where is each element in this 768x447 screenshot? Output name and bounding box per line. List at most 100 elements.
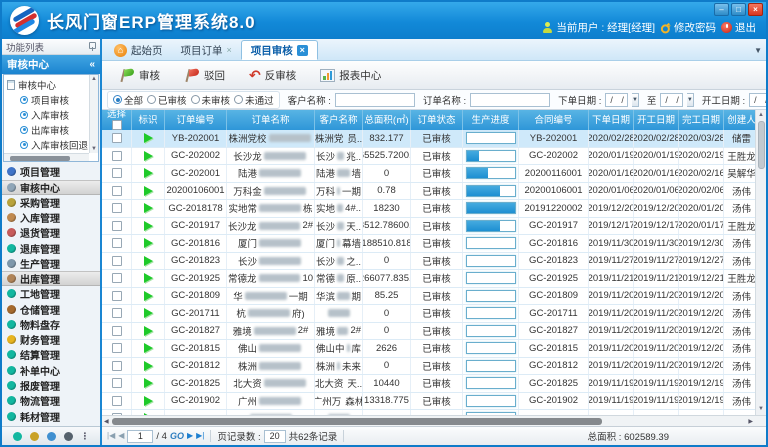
row-select-checkbox[interactable] xyxy=(112,256,122,266)
sidebar-item-财务管理[interactable]: 财务管理 xyxy=(2,332,100,347)
order-name-input[interactable] xyxy=(470,93,550,107)
column-header-select[interactable]: 选择 xyxy=(102,110,132,130)
column-header-order-date[interactable]: 下单日期 xyxy=(589,110,634,130)
table-row[interactable]: GC-201812株洲株洲未来0已审核GC-2018122019/11/2020… xyxy=(102,358,755,376)
table-row[interactable]: GC-201823长沙长沙之..0已审核GC-2018232019/11/272… xyxy=(102,253,755,271)
order-date-end-input[interactable]: / / xyxy=(660,93,683,107)
sidebar-item-审核中心[interactable]: 审核中心 xyxy=(2,180,100,195)
tab-项目订单[interactable]: 项目订单× xyxy=(172,40,241,60)
tree-vertical-scrollbar[interactable]: ▲▼ xyxy=(89,75,98,153)
column-header-finish-date[interactable]: 完工日期 xyxy=(679,110,724,130)
column-header-start-date[interactable]: 开工日期 xyxy=(634,110,679,130)
logout-button[interactable]: 退出 xyxy=(721,20,756,35)
table-row[interactable]: GC-201827雅境2#雅境2#0已审核GC-2018272019/11/20… xyxy=(102,323,755,341)
column-header-order-status[interactable]: 订单状态 xyxy=(411,110,463,130)
change-password-button[interactable]: 修改密码 xyxy=(660,20,716,35)
radio-icon[interactable] xyxy=(234,95,243,104)
sidebar-item-仓储管理[interactable]: 仓储管理 xyxy=(2,302,100,317)
row-select-checkbox[interactable] xyxy=(112,396,122,406)
table-row[interactable]: GC-201816厦门厦门幕墙188510.818已审核GC-201816201… xyxy=(102,235,755,253)
column-header-customer-name[interactable]: 客户名称 xyxy=(315,110,363,130)
tab-起始页[interactable]: ⌂起始页 xyxy=(105,40,172,60)
sidebar-item-耗材管理[interactable]: 耗材管理 xyxy=(2,409,100,424)
radio-已审核[interactable]: 已审核 xyxy=(147,93,187,107)
tab-overflow-arrow[interactable]: ▼ xyxy=(754,46,762,55)
radio-icon[interactable] xyxy=(113,95,122,104)
table-row[interactable]: GC-202002长沙龙长沙兆..65525.7200..已审核GC-20200… xyxy=(102,148,755,166)
radio-icon[interactable] xyxy=(191,95,200,104)
column-header-production-progress[interactable]: 生产进度 xyxy=(463,110,519,130)
row-select-checkbox[interactable] xyxy=(112,378,122,388)
sidebar-item-入库管理[interactable]: 入库管理 xyxy=(2,210,100,225)
go-button[interactable]: GO xyxy=(170,431,184,441)
sidebar-item-报废管理[interactable]: 报废管理 xyxy=(2,378,100,393)
maximize-button[interactable]: □ xyxy=(731,3,746,16)
collapse-icon[interactable]: « xyxy=(89,59,95,70)
table-row[interactable]: 20200106001万科金万科一期0.78已审核202001060012020… xyxy=(102,183,755,201)
table-row[interactable]: GC-2018178实地常栋实地4#..18230已审核201912200022… xyxy=(102,200,755,218)
table-row[interactable]: GC-201711杭府)0已审核GC-2017112019/11/202019/… xyxy=(102,305,755,323)
sidebar-item-生产管理[interactable]: 生产管理 xyxy=(2,256,100,271)
table-row[interactable]: GC-201917长沙龙2#长沙天..8512.78600..已审核GC-201… xyxy=(102,218,755,236)
table-row[interactable]: GC-201815佛山佛山中库2626已审核GC-2018152019/11/2… xyxy=(102,340,755,358)
table-row[interactable]: YB-202001株洲党校株洲党员..832.177已审核YB-20200120… xyxy=(102,130,755,148)
tree-root[interactable]: 审核中心 xyxy=(7,77,88,92)
tree-horizontal-scrollbar[interactable] xyxy=(4,153,89,161)
row-select-checkbox[interactable] xyxy=(112,291,122,301)
next-page-button[interactable]: ▶ xyxy=(187,431,193,441)
vertical-scroll-thumb[interactable] xyxy=(758,121,765,169)
tree-item[interactable]: 出库审核 xyxy=(7,122,88,137)
toolbar-button-反审核[interactable]: ↶反审核 xyxy=(240,64,305,87)
sidebar-item-工地管理[interactable]: 工地管理 xyxy=(2,286,100,301)
tab-close-icon[interactable]: × xyxy=(227,45,232,55)
page-number-input[interactable]: 1 xyxy=(127,430,153,443)
row-select-checkbox[interactable] xyxy=(112,186,122,196)
scroll-down-arrow[interactable]: ▼ xyxy=(758,404,764,415)
sidebar-item-补单中心[interactable]: 补单中心 xyxy=(2,363,100,378)
vertical-scrollbar[interactable]: ▲ ▼ xyxy=(755,110,766,415)
toolbar-button-驳回[interactable]: 驳回 xyxy=(175,64,234,87)
tree-item[interactable]: 项目审核 xyxy=(7,92,88,107)
row-select-checkbox[interactable] xyxy=(112,168,122,178)
tab-close-icon[interactable]: × xyxy=(297,45,308,56)
sidebar-item-物料盘存[interactable]: 物料盘存 xyxy=(2,317,100,332)
row-select-checkbox[interactable] xyxy=(112,221,122,231)
toolbar-button-审核[interactable]: 审核 xyxy=(110,64,169,87)
radio-全部[interactable]: 全部 xyxy=(113,93,143,107)
more-options-icon[interactable]: ⋮ xyxy=(81,432,90,441)
row-select-checkbox[interactable] xyxy=(112,361,122,371)
row-select-checkbox[interactable] xyxy=(112,273,122,283)
toolbar-button-报表中心[interactable]: 报表中心 xyxy=(311,64,390,87)
close-button[interactable]: × xyxy=(748,3,763,16)
sidebar-item-采购管理[interactable]: 采购管理 xyxy=(2,195,100,210)
order-date-input[interactable]: / / xyxy=(605,93,628,107)
person-icon[interactable] xyxy=(64,432,73,441)
row-select-checkbox[interactable] xyxy=(112,203,122,213)
column-header-order-name[interactable]: 订单名称 xyxy=(227,110,315,130)
sidebar-item-退库管理[interactable]: 退库管理 xyxy=(2,241,100,256)
table-row[interactable]: GC-201902广州广州万森林13318.775已审核GC-201902201… xyxy=(102,393,755,411)
row-select-checkbox[interactable] xyxy=(112,133,122,143)
last-page-button[interactable]: ▶| xyxy=(196,431,204,441)
table-row[interactable]: GC-202001陆港陆港墙0已审核202001160012020/01/162… xyxy=(102,165,755,183)
sidebar-item-出库管理[interactable]: 出库管理 xyxy=(2,271,100,286)
row-select-checkbox[interactable] xyxy=(112,308,122,318)
select-all-checkbox[interactable] xyxy=(112,120,122,130)
page-size-input[interactable]: 20 xyxy=(264,430,286,443)
column-header-total-area[interactable]: 总面积(㎡) xyxy=(363,110,411,130)
column-header-contract-number[interactable]: 合同编号 xyxy=(519,110,589,130)
calendar-dropdown-icon[interactable]: ▼ xyxy=(632,93,639,107)
scroll-right-arrow[interactable]: ▶ xyxy=(748,418,753,425)
tab-项目审核[interactable]: 项目审核× xyxy=(241,40,318,60)
table-row[interactable]: GC-201825北大资北大资天..10440已审核GC-2018252019/… xyxy=(102,375,755,393)
prev-page-button[interactable]: ◀ xyxy=(118,431,124,441)
row-select-checkbox[interactable] xyxy=(112,238,122,248)
radio-icon[interactable] xyxy=(147,95,156,104)
column-header-flag[interactable]: 标识 xyxy=(132,110,165,130)
tree-item[interactable]: 入库审核 xyxy=(7,107,88,122)
sidebar-item-退货管理[interactable]: 退货管理 xyxy=(2,225,100,240)
scroll-up-arrow[interactable]: ▲ xyxy=(758,110,764,121)
horizontal-scrollbar[interactable]: ◀ ▶ xyxy=(102,415,766,426)
row-select-checkbox[interactable] xyxy=(112,151,122,161)
module-dot-icon[interactable] xyxy=(13,432,22,441)
